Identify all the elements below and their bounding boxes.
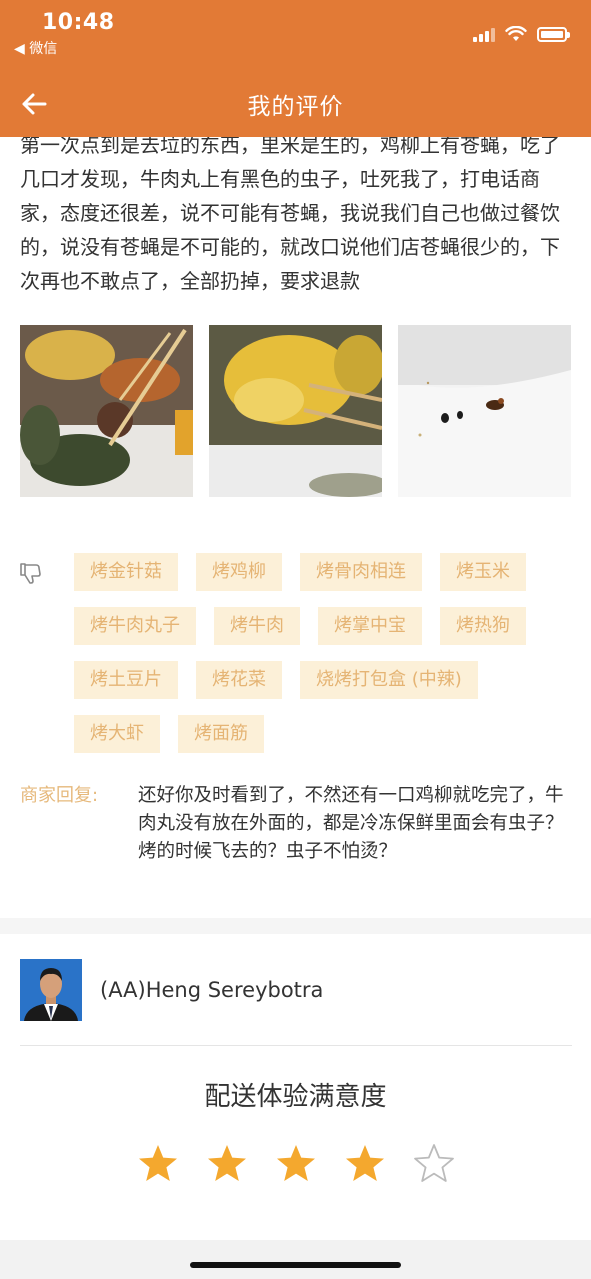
star-filled-icon[interactable] xyxy=(275,1143,317,1185)
star-empty-icon[interactable] xyxy=(413,1143,455,1185)
tag-item: 烧烤打包盒 (中辣) xyxy=(300,661,478,699)
tag-item: 烤牛肉 xyxy=(214,607,300,645)
tag-item: 烤牛肉丸子 xyxy=(74,607,196,645)
avatar xyxy=(20,959,82,1021)
tag-item: 烤金针菇 xyxy=(74,553,178,591)
tag-item: 烤大虾 xyxy=(74,715,160,753)
merchant-reply-label: 商家回复: xyxy=(20,785,99,806)
star-rating[interactable] xyxy=(137,1143,455,1185)
bbq-food-photo[interactable] xyxy=(20,325,193,497)
star-filled-icon[interactable] xyxy=(206,1143,248,1185)
corn-skewer-photo[interactable] xyxy=(209,325,382,497)
courier-name: (AA)Heng Sereybotra xyxy=(100,978,324,1002)
star-filled-icon[interactable] xyxy=(137,1143,179,1185)
star-filled-icon[interactable] xyxy=(344,1143,386,1185)
tag-item: 烤土豆片 xyxy=(74,661,178,699)
section-divider xyxy=(0,918,591,934)
tag-item: 烤玉米 xyxy=(440,553,526,591)
review-photos xyxy=(20,325,572,497)
wifi-icon xyxy=(505,26,527,41)
rating-title: 配送体验满意度 xyxy=(204,1082,387,1112)
tag-item: 烤热狗 xyxy=(440,607,526,645)
insects-photo[interactable] xyxy=(398,325,571,497)
back-to-app-link[interactable]: ◀ 微信 xyxy=(14,38,57,58)
tag-item: 烤面筋 xyxy=(178,715,264,753)
bottom-area xyxy=(0,1240,591,1279)
status-icons xyxy=(473,26,570,42)
disliked-tags: 烤金针菇 烤鸡柳 烤骨肉相连 烤玉米 烤牛肉丸子 烤牛肉 烤掌中宝 烤热狗 烤土… xyxy=(74,553,574,753)
merchant-reply: 商家回复: 还好你及时看到了，不然还有一口鸡柳就吃完了，牛肉丸没有放在外面的，都… xyxy=(20,782,572,866)
home-indicator[interactable] xyxy=(190,1262,401,1268)
review-text: 第一次点到是去垃的东西，里米是生的，鸡柳上有苍蝇，吃了几口才发现，牛肉丸上有黑色… xyxy=(20,133,560,293)
tag-item: 烤掌中宝 xyxy=(318,607,422,645)
tag-item: 烤鸡柳 xyxy=(196,553,282,591)
merchant-reply-text: 还好你及时看到了，不然还有一口鸡柳就吃完了，牛肉丸没有放在外面的，都是冷冻保鲜里… xyxy=(138,785,564,862)
page-title: 我的评价 xyxy=(247,94,344,120)
signal-icon xyxy=(473,26,495,42)
divider xyxy=(20,1045,572,1046)
status-time: 10:48 xyxy=(42,10,115,35)
header: 10:48 ◀ 微信 我的评价 xyxy=(0,0,591,137)
thumbs-down-icon xyxy=(20,563,41,584)
tag-item: 烤花菜 xyxy=(196,661,282,699)
tag-item: 烤骨肉相连 xyxy=(300,553,422,591)
battery-icon xyxy=(537,26,570,42)
